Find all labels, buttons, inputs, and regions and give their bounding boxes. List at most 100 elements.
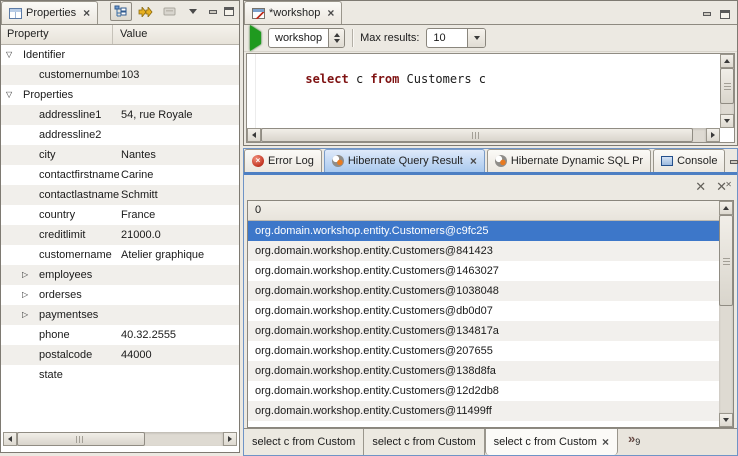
remove-result-button[interactable]: ✕ <box>695 181 706 194</box>
scroll-down-button[interactable] <box>719 413 733 427</box>
result-row[interactable]: org.domain.workshop.entity.Customers@db0… <box>248 301 719 321</box>
query-tab-strip: select c from Customselect c from Custom… <box>244 428 737 455</box>
properties-hscrollbar[interactable] <box>3 432 237 446</box>
result-row[interactable]: org.domain.workshop.entity.Customers@146… <box>248 261 719 281</box>
editor-hscrollbar[interactable] <box>247 128 720 142</box>
property-name: state <box>39 365 119 385</box>
close-icon[interactable]: × <box>83 8 90 18</box>
result-row[interactable]: org.domain.workshop.entity.Customers@841… <box>248 241 719 261</box>
tab-error-log[interactable]: × Error Log <box>244 149 322 172</box>
scrollbar-thumb[interactable] <box>720 68 734 104</box>
property-row[interactable]: ▷ paymentses <box>1 305 239 325</box>
run-icon <box>250 25 261 51</box>
query-text-input[interactable]: select c from Customers c <box>262 58 718 100</box>
scroll-left-button[interactable] <box>3 432 17 446</box>
scrollbar-track[interactable] <box>17 432 223 446</box>
restore-default-value-icon <box>163 6 176 17</box>
result-row[interactable]: org.domain.workshop.entity.Customers@c9f… <box>248 221 719 241</box>
query-result-tab[interactable]: select c from Custom× <box>485 429 618 455</box>
collapse-twistie-icon[interactable]: ▽ <box>6 85 12 105</box>
property-row[interactable]: countryFrance <box>1 205 239 225</box>
spinner-button[interactable] <box>328 29 344 47</box>
tab-properties[interactable]: Properties × <box>1 1 98 24</box>
close-icon[interactable]: × <box>327 8 334 18</box>
tab-console[interactable]: Console <box>653 149 725 172</box>
scrollbar-thumb[interactable] <box>17 432 145 446</box>
property-row[interactable]: contactfirstnameCarine <box>1 165 239 185</box>
property-row[interactable]: contactlastnameSchmitt <box>1 185 239 205</box>
query-result-tab[interactable]: select c from Custom <box>364 429 484 455</box>
configuration-value: workshop <box>269 29 328 47</box>
tab-overflow-chevron[interactable]: »9 <box>618 429 640 455</box>
scroll-down-button[interactable] <box>720 114 734 128</box>
query-result-tab[interactable]: select c from Custom <box>244 429 364 455</box>
minimize-button[interactable] <box>727 156 738 168</box>
properties-toolbar <box>110 2 239 24</box>
maximize-button[interactable] <box>718 8 732 20</box>
property-row[interactable]: addressline2 <box>1 125 239 145</box>
scroll-right-button[interactable] <box>223 432 237 446</box>
results-column-header[interactable]: 0 <box>248 201 733 221</box>
result-row[interactable]: org.domain.workshop.entity.Customers@103… <box>248 281 719 301</box>
scroll-up-button[interactable] <box>720 54 734 68</box>
tab-hibernate-query-result[interactable]: Hibernate Query Result × <box>324 149 485 172</box>
editor-vscrollbar[interactable] <box>720 54 734 128</box>
close-icon[interactable]: × <box>602 435 609 449</box>
max-results-combo[interactable]: 10 <box>426 28 486 48</box>
result-row[interactable]: org.domain.workshop.entity.Customers@138… <box>248 361 719 381</box>
property-name: phone <box>39 325 119 345</box>
column-header-value[interactable]: Value <box>113 25 147 44</box>
result-row[interactable]: org.domain.workshop.entity.Customers@12d… <box>248 381 719 401</box>
property-row[interactable]: creditlimit21000.0 <box>1 225 239 245</box>
property-name: paymentses <box>39 305 119 325</box>
property-row[interactable]: ▷orderses <box>1 285 239 305</box>
dropdown-button[interactable] <box>467 29 485 47</box>
close-icon[interactable]: × <box>470 156 477 166</box>
results-vscrollbar[interactable] <box>719 201 733 427</box>
property-row[interactable]: cityNantes <box>1 145 239 165</box>
result-row[interactable]: org.domain.workshop.entity.Customers@207… <box>248 341 719 361</box>
property-row[interactable]: ▽Properties <box>1 85 239 105</box>
property-row[interactable]: customernameAtelier graphique <box>1 245 239 265</box>
property-row[interactable]: customernumber103 <box>1 65 239 85</box>
expand-twistie-icon[interactable]: ▷ <box>22 265 28 285</box>
scrollbar-track[interactable] <box>719 215 733 413</box>
tab-workshop-editor[interactable]: *workshop × <box>244 1 342 24</box>
tab-hibernate-dynamic-sql[interactable]: Hibernate Dynamic SQL Pr <box>487 149 651 172</box>
run-query-button[interactable] <box>250 32 261 44</box>
property-row[interactable]: state <box>1 365 239 385</box>
expand-twistie-icon[interactable]: ▷ <box>22 285 28 305</box>
scrollbar-thumb[interactable] <box>719 215 733 306</box>
property-row[interactable]: postalcode44000 <box>1 345 239 365</box>
property-row[interactable]: addressline154, rue Royale <box>1 105 239 125</box>
expand-twistie-icon[interactable]: ▷ <box>22 305 28 325</box>
tab-label: Hibernate Dynamic SQL Pr <box>511 155 643 167</box>
remove-all-results-button[interactable]: ✕✕ <box>716 181 727 194</box>
properties-table-header: Property Value <box>1 25 239 45</box>
sql-keyword: select <box>305 72 348 86</box>
scrollbar-thumb[interactable] <box>261 128 693 142</box>
property-row[interactable]: phone40.32.2555 <box>1 325 239 345</box>
property-row[interactable]: ▽Identifier <box>1 45 239 65</box>
collapse-twistie-icon[interactable]: ▽ <box>6 45 12 65</box>
show-advanced-properties-button[interactable] <box>134 2 156 21</box>
scroll-left-icon <box>252 132 256 138</box>
configuration-combo[interactable]: workshop <box>268 28 345 48</box>
scrollbar-track[interactable] <box>261 128 706 142</box>
minimize-button[interactable] <box>700 8 714 20</box>
minimize-button[interactable] <box>206 6 220 18</box>
tree-mode-button[interactable] <box>110 2 132 21</box>
view-menu-button[interactable] <box>182 2 204 21</box>
column-header-property[interactable]: Property <box>1 25 113 44</box>
remove-all-overlay-icon: ✕ <box>725 178 732 191</box>
query-results-view: × Error Log Hibernate Query Result × Hib… <box>243 148 738 456</box>
property-row[interactable]: ▷employees <box>1 265 239 285</box>
scroll-up-button[interactable] <box>719 201 733 215</box>
scrollbar-track[interactable] <box>720 68 734 114</box>
result-row[interactable]: org.domain.workshop.entity.Customers@114… <box>248 401 719 421</box>
restore-default-value-button[interactable] <box>158 2 180 21</box>
scroll-left-button[interactable] <box>247 128 261 142</box>
maximize-button[interactable] <box>222 6 236 18</box>
scroll-right-button[interactable] <box>706 128 720 142</box>
result-row[interactable]: org.domain.workshop.entity.Customers@134… <box>248 321 719 341</box>
